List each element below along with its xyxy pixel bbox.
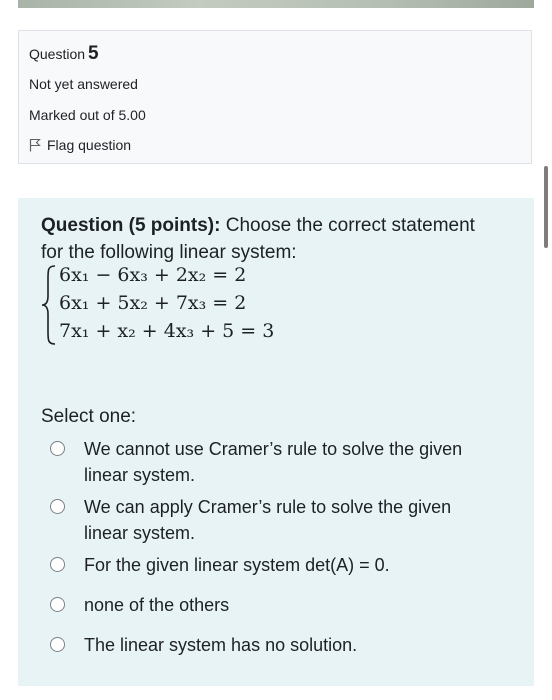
- flag-question-label: Flag question: [47, 137, 132, 153]
- equation-3: 7x₁ + x₂ + 4x₃ + 5 = 3: [59, 320, 274, 342]
- question-info-panel: Question 5 Not yet answered Marked out of…: [18, 30, 532, 164]
- question-number-label: Question 5: [29, 43, 99, 65]
- option-b-radio[interactable]: [50, 499, 65, 514]
- option-e[interactable]: The linear system has no solution.: [50, 632, 484, 658]
- question-text: Question (5 points): Choose the correct …: [41, 212, 501, 266]
- question-state: Not yet answered: [29, 76, 138, 92]
- header-image-strip: [18, 0, 534, 8]
- linear-system: 6x₁ − 6x₃ + 2x₂ = 2 6x₁ + 5x₂ + 7x₃ = 2 …: [41, 264, 341, 348]
- option-d-label[interactable]: none of the others: [84, 592, 484, 618]
- equation-2-text: 6x₁ + 5x₂ + 7x₃ = 2: [59, 292, 247, 314]
- option-c-label[interactable]: For the given linear system det(A) = 0.: [84, 552, 484, 578]
- option-c[interactable]: For the given linear system det(A) = 0.: [50, 552, 484, 578]
- question-grade: Marked out of 5.00: [29, 107, 146, 123]
- option-a[interactable]: We cannot use Cramer’s rule to solve the…: [50, 436, 484, 488]
- flag-icon: [29, 138, 41, 152]
- page-scrollbar[interactable]: [544, 166, 548, 248]
- question-label-text: Question: [29, 46, 86, 62]
- question-points-prefix: Question (5 points):: [41, 215, 221, 236]
- question-number: 5: [88, 43, 99, 64]
- equation-1: 6x₁ − 6x₃ + 2x₂ = 2: [59, 264, 246, 286]
- option-c-radio[interactable]: [50, 557, 65, 572]
- option-b[interactable]: We can apply Cramer’s rule to solve the …: [50, 494, 484, 546]
- option-e-label[interactable]: The linear system has no solution.: [84, 632, 484, 658]
- equation-1-text: 6x₁ − 6x₃ + 2x₂ = 2: [59, 264, 247, 286]
- option-d-radio[interactable]: [50, 597, 65, 612]
- option-b-label[interactable]: We can apply Cramer’s rule to solve the …: [84, 494, 484, 546]
- question-content-panel: Question (5 points): Choose the correct …: [18, 198, 534, 686]
- equation-2: 6x₁ + 5x₂ + 7x₃ = 2: [59, 292, 246, 314]
- select-one-label: Select one:: [41, 406, 137, 427]
- option-d[interactable]: none of the others: [50, 592, 484, 618]
- flag-question-link[interactable]: Flag question: [29, 137, 131, 153]
- equation-3-text: 7x₁ + x₂ + 4x₃ + 5 = 3: [59, 320, 275, 342]
- left-brace-icon: [41, 265, 56, 345]
- option-e-radio[interactable]: [50, 637, 65, 652]
- option-a-label[interactable]: We cannot use Cramer’s rule to solve the…: [84, 436, 484, 488]
- option-a-radio[interactable]: [50, 441, 65, 456]
